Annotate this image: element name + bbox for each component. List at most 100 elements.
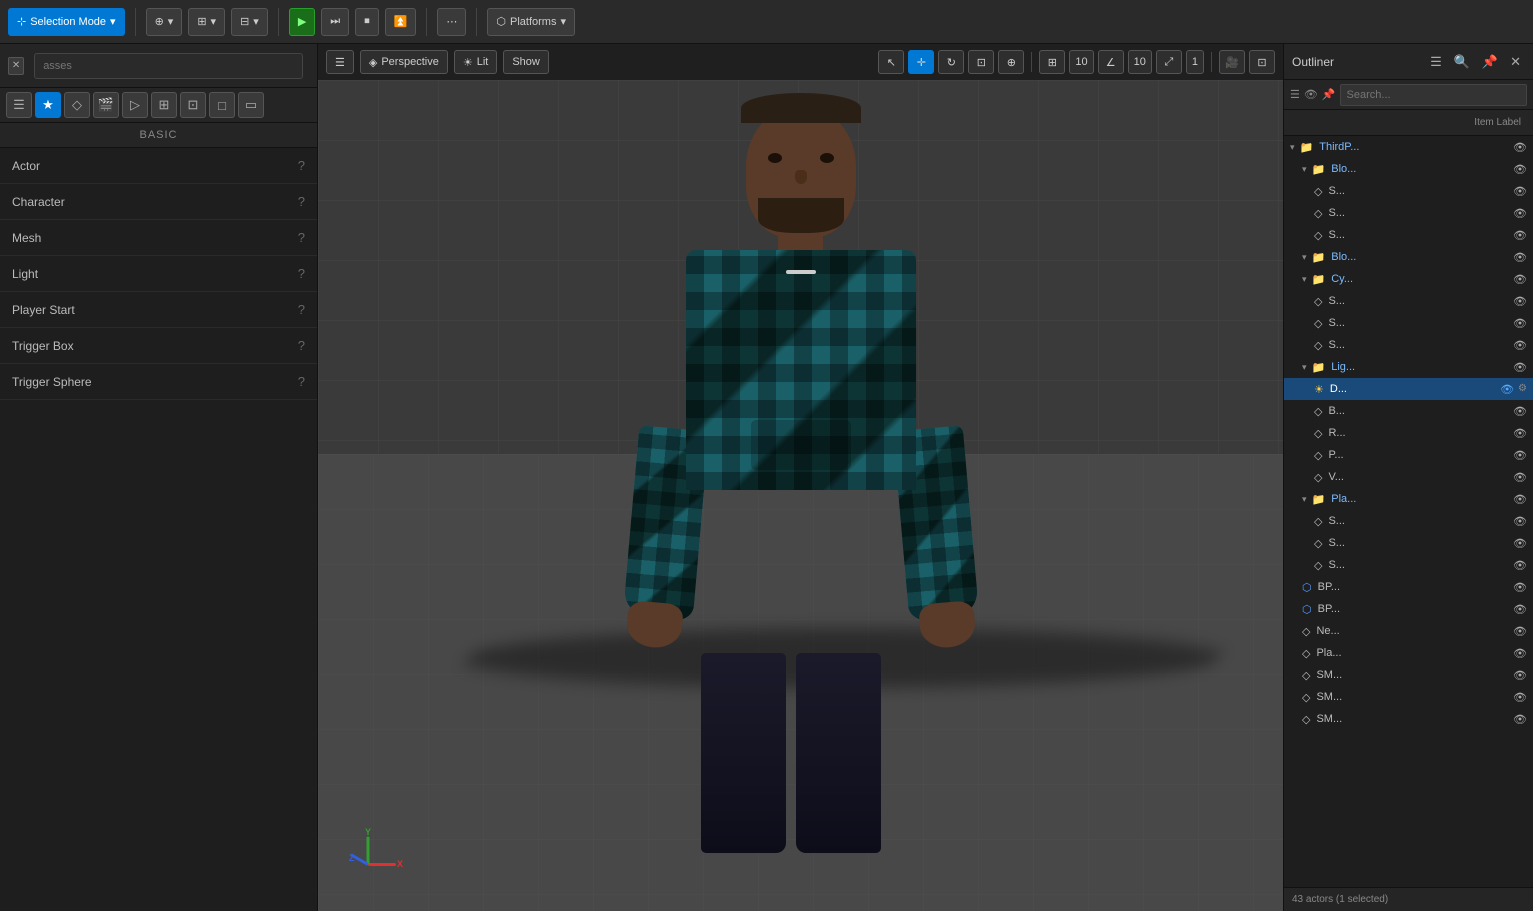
angle-snap-tool[interactable]: ∠: [1098, 50, 1124, 74]
tree-item-r1[interactable]: ◇ R... 👁: [1284, 422, 1533, 444]
angle-snap-value[interactable]: 10: [1128, 50, 1152, 74]
tree-item-p1[interactable]: ◇ P... 👁: [1284, 444, 1533, 466]
scale-tool[interactable]: ⊡: [968, 50, 994, 74]
shapes-tab[interactable]: ⊡: [180, 92, 206, 118]
outliner-filter-button[interactable]: ☰: [1426, 52, 1446, 72]
eye-icon-s3[interactable]: 👁: [1513, 229, 1527, 242]
grid-snap-tool[interactable]: ⊞: [1039, 50, 1065, 74]
grid-snap-value[interactable]: 10: [1069, 50, 1093, 74]
tree-item-directional-light[interactable]: ☀ D... 👁 ⚙: [1284, 378, 1533, 400]
tree-item-thirdp[interactable]: ▾ 📁 ThirdP... 👁: [1284, 136, 1533, 158]
selection-mode-button[interactable]: ⊹ Selection Mode ▾: [8, 8, 125, 36]
eye-icon-bp1[interactable]: 👁: [1513, 581, 1527, 594]
panel-item-light[interactable]: Light ?: [0, 256, 317, 292]
close-panel-button[interactable]: ✕: [8, 57, 24, 75]
perspective-button[interactable]: ◈ Perspective: [360, 50, 448, 74]
panel-item-actor[interactable]: Actor ?: [0, 148, 317, 184]
tree-item-sm1[interactable]: ◇ SM... 👁: [1284, 664, 1533, 686]
tree-item-pla-s2[interactable]: ◇ S... 👁: [1284, 532, 1533, 554]
eye-icon-cy[interactable]: 👁: [1513, 273, 1527, 286]
tree-item-cy[interactable]: ▾ 📁 Cy... 👁: [1284, 268, 1533, 290]
eye-icon-dl[interactable]: 👁: [1500, 383, 1514, 396]
show-button[interactable]: Show: [503, 50, 549, 74]
mesh-tab[interactable]: ◇: [64, 92, 90, 118]
eye-icon-lig[interactable]: 👁: [1513, 361, 1527, 374]
tree-item-pla2[interactable]: ◇ Pla... 👁: [1284, 642, 1533, 664]
play-button[interactable]: ▶: [289, 8, 315, 36]
geometry-tab[interactable]: ⊞: [151, 92, 177, 118]
more-options-button[interactable]: ⋯: [437, 8, 466, 36]
settings-icon-dl[interactable]: ⚙: [1518, 383, 1527, 396]
eye-icon-sm2[interactable]: 👁: [1513, 691, 1527, 704]
rotate-tool[interactable]: ↻: [938, 50, 964, 74]
asset-search-input[interactable]: [34, 53, 303, 79]
pause-button[interactable]: ⏭: [321, 8, 349, 36]
lit-button[interactable]: ☀ Lit: [454, 50, 498, 74]
tree-item-pla[interactable]: ▾ 📁 Pla... 👁: [1284, 488, 1533, 510]
eye-icon-bp2[interactable]: 👁: [1513, 603, 1527, 616]
tree-item-sm2[interactable]: ◇ SM... 👁: [1284, 686, 1533, 708]
eye-icon-ne[interactable]: 👁: [1513, 625, 1527, 638]
eye-icon-cy-s3[interactable]: 👁: [1513, 339, 1527, 352]
maximize-tool[interactable]: ⊡: [1249, 50, 1275, 74]
trigger-sphere-help-icon[interactable]: ?: [298, 374, 305, 389]
eye-icon-cy-s2[interactable]: 👁: [1513, 317, 1527, 330]
tree-item-s3[interactable]: ◇ S... 👁: [1284, 224, 1533, 246]
tree-item-cy-s1[interactable]: ◇ S... 👁: [1284, 290, 1533, 312]
world-local-tool[interactable]: ⊕: [998, 50, 1024, 74]
outliner-tree[interactable]: ▾ 📁 ThirdP... 👁 ▾ 📁 Blo... 👁 ◇ S...: [1284, 136, 1533, 887]
eye-icon-r1[interactable]: 👁: [1513, 427, 1527, 440]
all-tab[interactable]: ☰: [6, 92, 32, 118]
viewport-canvas[interactable]: X Y Z: [318, 80, 1283, 911]
tree-item-sm3[interactable]: ◇ SM... 👁: [1284, 708, 1533, 730]
panel-item-player-start[interactable]: Player Start ?: [0, 292, 317, 328]
eye-icon-blo2[interactable]: 👁: [1513, 251, 1527, 264]
eye-icon-sm1[interactable]: 👁: [1513, 669, 1527, 682]
grid-button[interactable]: ⊟ ▾: [231, 8, 268, 36]
platforms-button[interactable]: ⬡ Platforms ▾: [487, 8, 575, 36]
tree-item-s2[interactable]: ◇ S... 👁: [1284, 202, 1533, 224]
panel-item-character[interactable]: Character ?: [0, 184, 317, 220]
eye-icon-p1[interactable]: 👁: [1513, 449, 1527, 462]
translate-tool[interactable]: ✛: [908, 50, 934, 74]
tree-item-ne[interactable]: ◇ Ne... 👁: [1284, 620, 1533, 642]
outliner-pin-button[interactable]: 📌: [1478, 52, 1502, 72]
eject-button[interactable]: ⏫: [385, 8, 417, 36]
camera-tool[interactable]: 🎥: [1219, 50, 1245, 74]
eye-icon-s1[interactable]: 👁: [1513, 185, 1527, 198]
trigger-box-help-icon[interactable]: ?: [298, 338, 305, 353]
eye-icon-pla-s2[interactable]: 👁: [1513, 537, 1527, 550]
tree-item-b1[interactable]: ◇ B... 👁: [1284, 400, 1533, 422]
tree-item-lig[interactable]: ▾ 📁 Lig... 👁: [1284, 356, 1533, 378]
tree-item-pla-s3[interactable]: ◇ S... 👁: [1284, 554, 1533, 576]
eye-icon-thirdp[interactable]: 👁: [1513, 141, 1527, 154]
light-help-icon[interactable]: ?: [298, 266, 305, 281]
mesh-help-icon[interactable]: ?: [298, 230, 305, 245]
tree-item-v1[interactable]: ◇ V... 👁: [1284, 466, 1533, 488]
eye-icon-sm3[interactable]: 👁: [1513, 713, 1527, 726]
tree-item-bp2[interactable]: ⬡ BP... 👁: [1284, 598, 1533, 620]
tree-item-s1[interactable]: ◇ S... 👁: [1284, 180, 1533, 202]
volumes-tab[interactable]: □: [209, 92, 235, 118]
basic-tab[interactable]: ★: [35, 92, 61, 118]
outliner-search-button[interactable]: 🔍: [1450, 52, 1474, 72]
eye-icon-pla2[interactable]: 👁: [1513, 647, 1527, 660]
tree-item-cy-s3[interactable]: ◇ S... 👁: [1284, 334, 1533, 356]
select-tool[interactable]: ↖: [878, 50, 904, 74]
eye-icon-cy-s1[interactable]: 👁: [1513, 295, 1527, 308]
player-start-help-icon[interactable]: ?: [298, 302, 305, 317]
actor-help-icon[interactable]: ?: [298, 158, 305, 173]
viewport-menu-button[interactable]: ☰: [326, 50, 354, 74]
nav-tab[interactable]: ▭: [238, 92, 264, 118]
character-help-icon[interactable]: ?: [298, 194, 305, 209]
visual-tab[interactable]: ▷: [122, 92, 148, 118]
center-viewport[interactable]: ☰ ◈ Perspective ☀ Lit Show ↖ ✛ ↻ ⊡ ⊕ ⊞: [318, 44, 1283, 911]
scale-snap-tool[interactable]: ⤢: [1156, 50, 1182, 74]
eye-icon-pla-s3[interactable]: 👁: [1513, 559, 1527, 572]
panel-item-trigger-box[interactable]: Trigger Box ?: [0, 328, 317, 364]
tree-item-blo1[interactable]: ▾ 📁 Blo... 👁: [1284, 158, 1533, 180]
scale-snap-value[interactable]: 1: [1186, 50, 1204, 74]
tree-item-blo2[interactable]: ▾ 📁 Blo... 👁: [1284, 246, 1533, 268]
panel-item-trigger-sphere[interactable]: Trigger Sphere ?: [0, 364, 317, 400]
eye-icon-blo1[interactable]: 👁: [1513, 163, 1527, 176]
